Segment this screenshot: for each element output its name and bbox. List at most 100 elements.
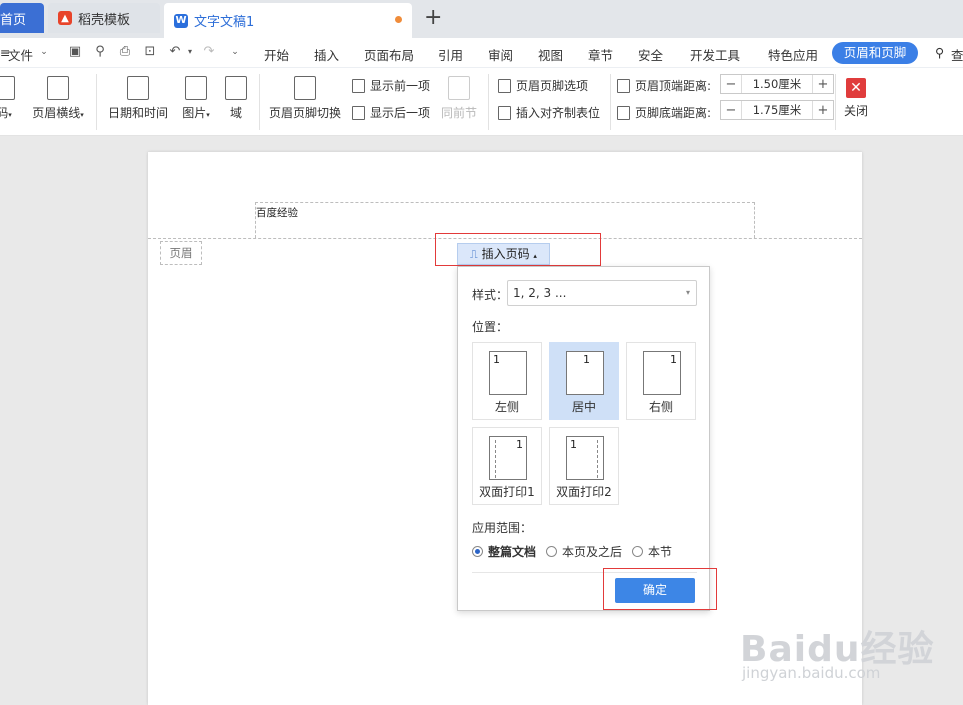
position-center[interactable]: 1 居中: [549, 342, 619, 420]
align-tab-icon: [498, 105, 511, 120]
tab-template-label: 稻壳模板: [78, 12, 131, 28]
field-icon: [225, 76, 247, 100]
footer-bottom-spinner[interactable]: − 1.75厘米 +: [720, 100, 834, 120]
menu-page-layout[interactable]: 页面布局: [364, 45, 414, 64]
footer-bottom-value[interactable]: 1.75厘米: [741, 101, 813, 119]
menu-review[interactable]: 审阅: [488, 45, 513, 64]
more-chevron-down-icon[interactable]: ⌄: [228, 45, 242, 59]
increase-icon[interactable]: +: [813, 103, 833, 118]
divider: [96, 74, 97, 130]
page-preview-icon: 1: [566, 351, 604, 395]
date-time-button[interactable]: 日期和时间: [107, 76, 169, 121]
show-previous-button[interactable]: 显示前一项: [352, 77, 430, 94]
header-line-label: 页眉横线: [32, 106, 81, 120]
tab-template[interactable]: ▲ 稻壳模板: [48, 3, 160, 33]
page-preview-icon: 1: [489, 436, 527, 480]
menu-insert[interactable]: 插入: [314, 45, 339, 64]
header-top-value[interactable]: 1.50厘米: [741, 75, 813, 93]
options-label: 页眉页脚选项: [516, 79, 589, 93]
position-right[interactable]: 1 右侧: [626, 342, 696, 420]
picture-label: 图片: [182, 106, 207, 120]
unsaved-dot-icon: [395, 16, 402, 23]
print-preview-icon[interactable]: ⊡: [143, 45, 157, 59]
tab-home[interactable]: 首页: [0, 3, 44, 33]
tab-document-label: 文字文稿1: [194, 15, 255, 30]
menu-section[interactable]: 章节: [588, 45, 613, 64]
footer-bottom-distance-label: 页脚底端距离:: [617, 104, 711, 121]
tab-document[interactable]: W 文字文稿1: [164, 3, 412, 38]
scope-whole-document-radio[interactable]: [472, 546, 483, 557]
wps-writer-icon: W: [174, 13, 188, 28]
header-footer-options-button[interactable]: 页眉页脚选项: [498, 77, 588, 94]
menu-special-apps[interactable]: 特色应用: [768, 45, 818, 64]
header-tag: 页眉: [160, 241, 202, 265]
same-as-previous-button[interactable]: 同前节: [440, 76, 478, 121]
scope-whole-document-label[interactable]: 整篇文档: [488, 543, 536, 560]
date-time-label: 日期和时间: [107, 106, 168, 120]
style-select-value: 1, 2, 3 ...: [513, 286, 567, 300]
header-top-icon: [617, 78, 630, 93]
decrease-icon[interactable]: −: [721, 103, 741, 118]
position-center-label: 居中: [571, 400, 596, 414]
insert-align-tab-button[interactable]: 插入对齐制表位: [498, 104, 600, 121]
position-duplex-2[interactable]: 1 双面打印2: [549, 427, 619, 505]
divider: [835, 74, 836, 130]
menu-home[interactable]: 开始: [264, 45, 289, 64]
decrease-icon[interactable]: −: [721, 77, 741, 92]
picture-icon: [185, 76, 207, 100]
header-top-spinner[interactable]: − 1.50厘米 +: [720, 74, 834, 94]
close-header-footer-button[interactable]: ✕ 关闭: [842, 78, 870, 119]
search-icon[interactable]: ⚲: [935, 45, 944, 60]
style-label: 样式：: [472, 288, 509, 302]
switch-icon: [294, 76, 316, 100]
increase-icon[interactable]: +: [813, 77, 833, 92]
header-line-button[interactable]: 页眉横线▾: [28, 76, 88, 121]
switch-label: 页眉页脚切换: [268, 106, 341, 120]
align-tab-label: 插入对齐制表位: [516, 106, 601, 120]
print-icon[interactable]: ⎙: [118, 45, 132, 59]
divider: [488, 74, 489, 130]
menu-references[interactable]: 引用: [438, 45, 463, 64]
file-chevron-down-icon[interactable]: ⌄: [37, 45, 51, 59]
undo-icon[interactable]: ↶: [168, 45, 182, 59]
menu-file[interactable]: 文件: [8, 45, 33, 64]
scope-this-page-onward-label[interactable]: 本页及之后: [562, 543, 622, 560]
same-as-previous-label: 同前节: [440, 106, 477, 120]
menu-header-footer[interactable]: 页眉和页脚: [832, 42, 918, 64]
position-duplex-2-label: 双面打印2: [556, 485, 612, 499]
highlight-box: [603, 568, 717, 610]
show-previous-icon: [352, 78, 365, 93]
options-icon: [498, 78, 511, 93]
insert-page-number-panel: 样式： 1, 2, 3 ... ▾ 位置： 1 左侧 1 居中 1 右侧 1 双…: [457, 266, 710, 611]
header-text[interactable]: 百度经验: [256, 205, 298, 220]
page-number-button[interactable]: 码▾: [0, 76, 18, 121]
position-left[interactable]: 1 左侧: [472, 342, 542, 420]
style-select[interactable]: 1, 2, 3 ... ▾: [507, 280, 697, 306]
undo-dropdown-icon[interactable]: ▾: [183, 45, 197, 59]
watermark-url: jingyan.baidu.com: [742, 664, 881, 682]
show-next-button[interactable]: 显示后一项: [352, 104, 430, 121]
position-right-label: 右侧: [648, 400, 673, 414]
scope-this-section-label[interactable]: 本节: [648, 543, 672, 560]
scope-this-page-onward-radio[interactable]: [546, 546, 558, 557]
scope-options: 整篇文档 本页及之后 本节: [472, 543, 672, 560]
calendar-icon: [127, 76, 149, 100]
scope-this-section-radio[interactable]: [632, 546, 644, 557]
position-duplex-1[interactable]: 1 双面打印1: [472, 427, 542, 505]
picture-button[interactable]: 图片▾: [178, 76, 214, 121]
page-number-label: 码: [0, 106, 9, 120]
header-footer-switch-button[interactable]: 页眉页脚切换: [266, 76, 344, 121]
menu-bar: ≡ 文件 ⌄ ▣ ⚲ ⎙ ⊡ ↶ ▾ ↷ ⌄ 开始 插入 页面布局 引用 审阅 …: [0, 38, 963, 68]
chevron-down-icon: ▾: [685, 288, 690, 297]
redo-icon[interactable]: ↷: [202, 45, 216, 59]
field-button[interactable]: 域: [222, 76, 250, 121]
search-label[interactable]: 查: [951, 45, 963, 64]
position-duplex-1-label: 双面打印1: [479, 485, 535, 499]
header-line-icon: [47, 76, 69, 100]
menu-view[interactable]: 视图: [538, 45, 563, 64]
output-pdf-icon[interactable]: ⚲: [93, 45, 107, 59]
menu-developer[interactable]: 开发工具: [690, 45, 740, 64]
menu-security[interactable]: 安全: [638, 45, 663, 64]
new-tab-plus-icon[interactable]: +: [424, 5, 442, 30]
save-icon[interactable]: ▣: [68, 45, 82, 59]
